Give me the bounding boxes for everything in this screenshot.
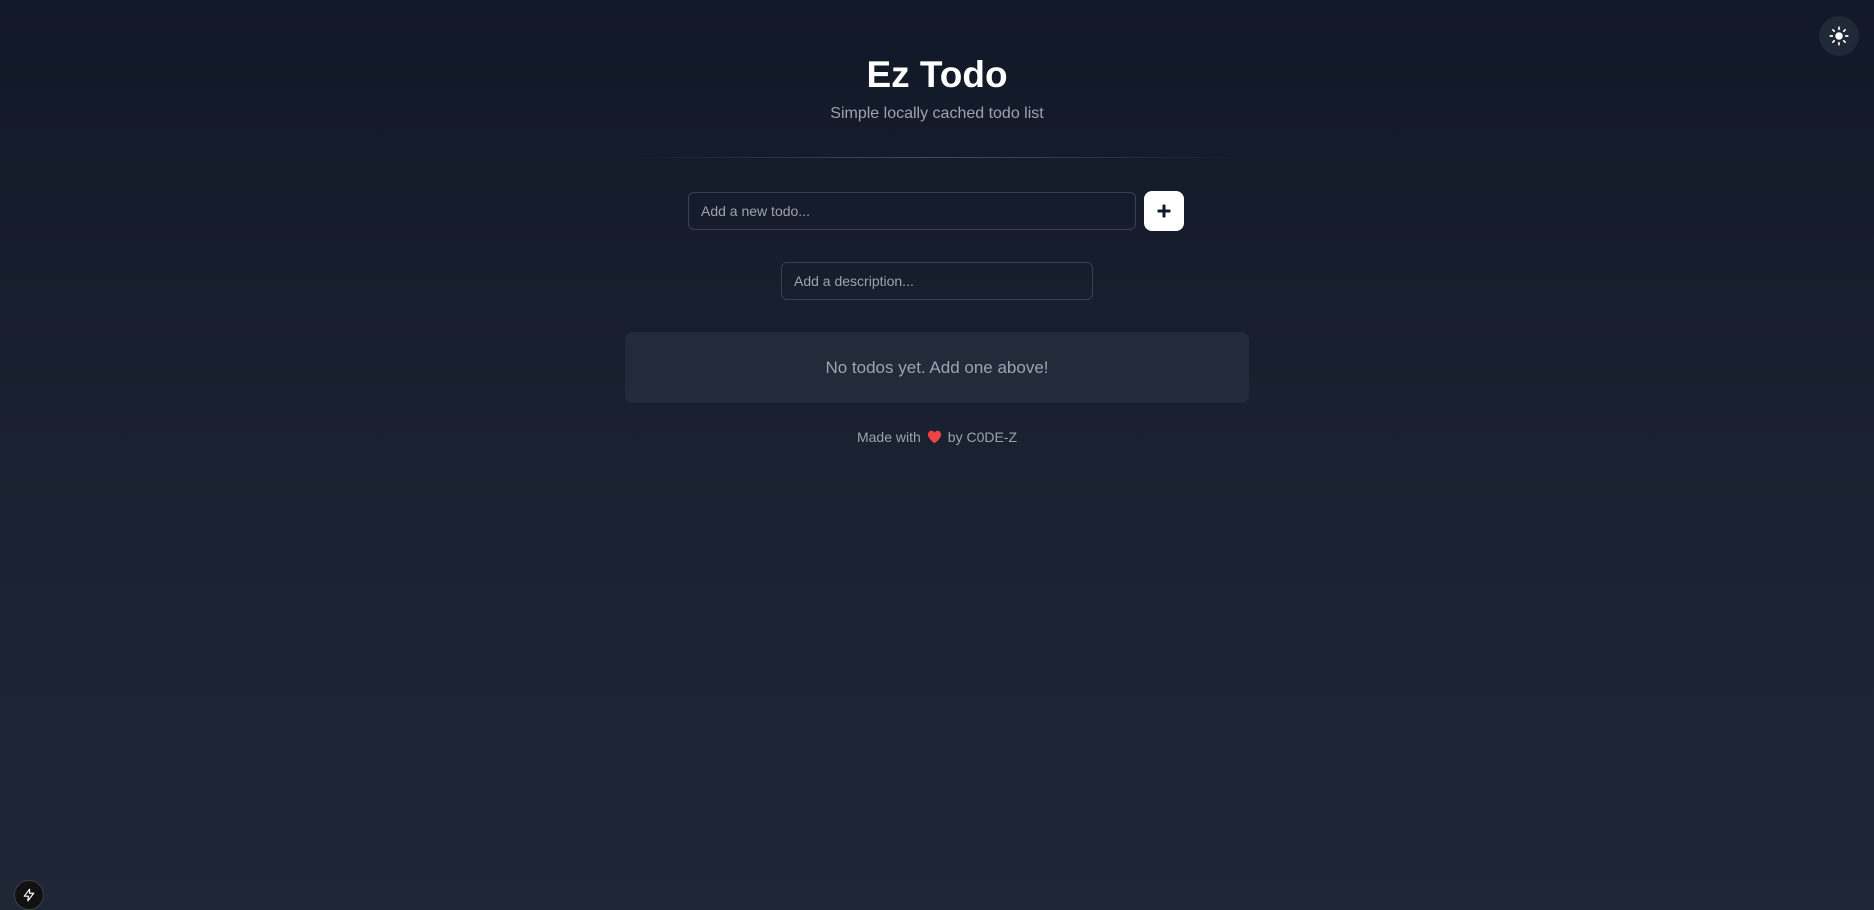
page-subtitle: Simple locally cached todo list xyxy=(830,105,1044,122)
header: Ez Todo Simple locally cached todo list xyxy=(625,0,1249,124)
plus-icon xyxy=(1157,204,1171,218)
footer-author[interactable]: by C0DE-Z xyxy=(948,429,1017,445)
todo-input[interactable] xyxy=(688,192,1136,230)
sun-icon xyxy=(1829,26,1849,46)
todo-list-empty-state: No todos yet. Add one above! xyxy=(625,332,1249,403)
add-todo-row xyxy=(688,191,1249,231)
main-container: Ez Todo Simple locally cached todo list … xyxy=(625,0,1249,445)
dev-tools-badge[interactable] xyxy=(14,880,44,910)
footer: Made with by C0DE-Z xyxy=(625,429,1249,445)
description-input[interactable] xyxy=(781,262,1093,300)
description-row xyxy=(781,262,1249,300)
theme-toggle-button[interactable] xyxy=(1819,16,1859,56)
page-title: Ez Todo xyxy=(866,54,1008,95)
empty-message: No todos yet. Add one above! xyxy=(825,357,1049,377)
lightning-icon xyxy=(23,888,35,902)
heart-icon xyxy=(927,430,941,444)
footer-made-with: Made with xyxy=(856,429,921,445)
add-todo-button[interactable] xyxy=(1144,191,1184,231)
header-divider xyxy=(625,157,1249,158)
